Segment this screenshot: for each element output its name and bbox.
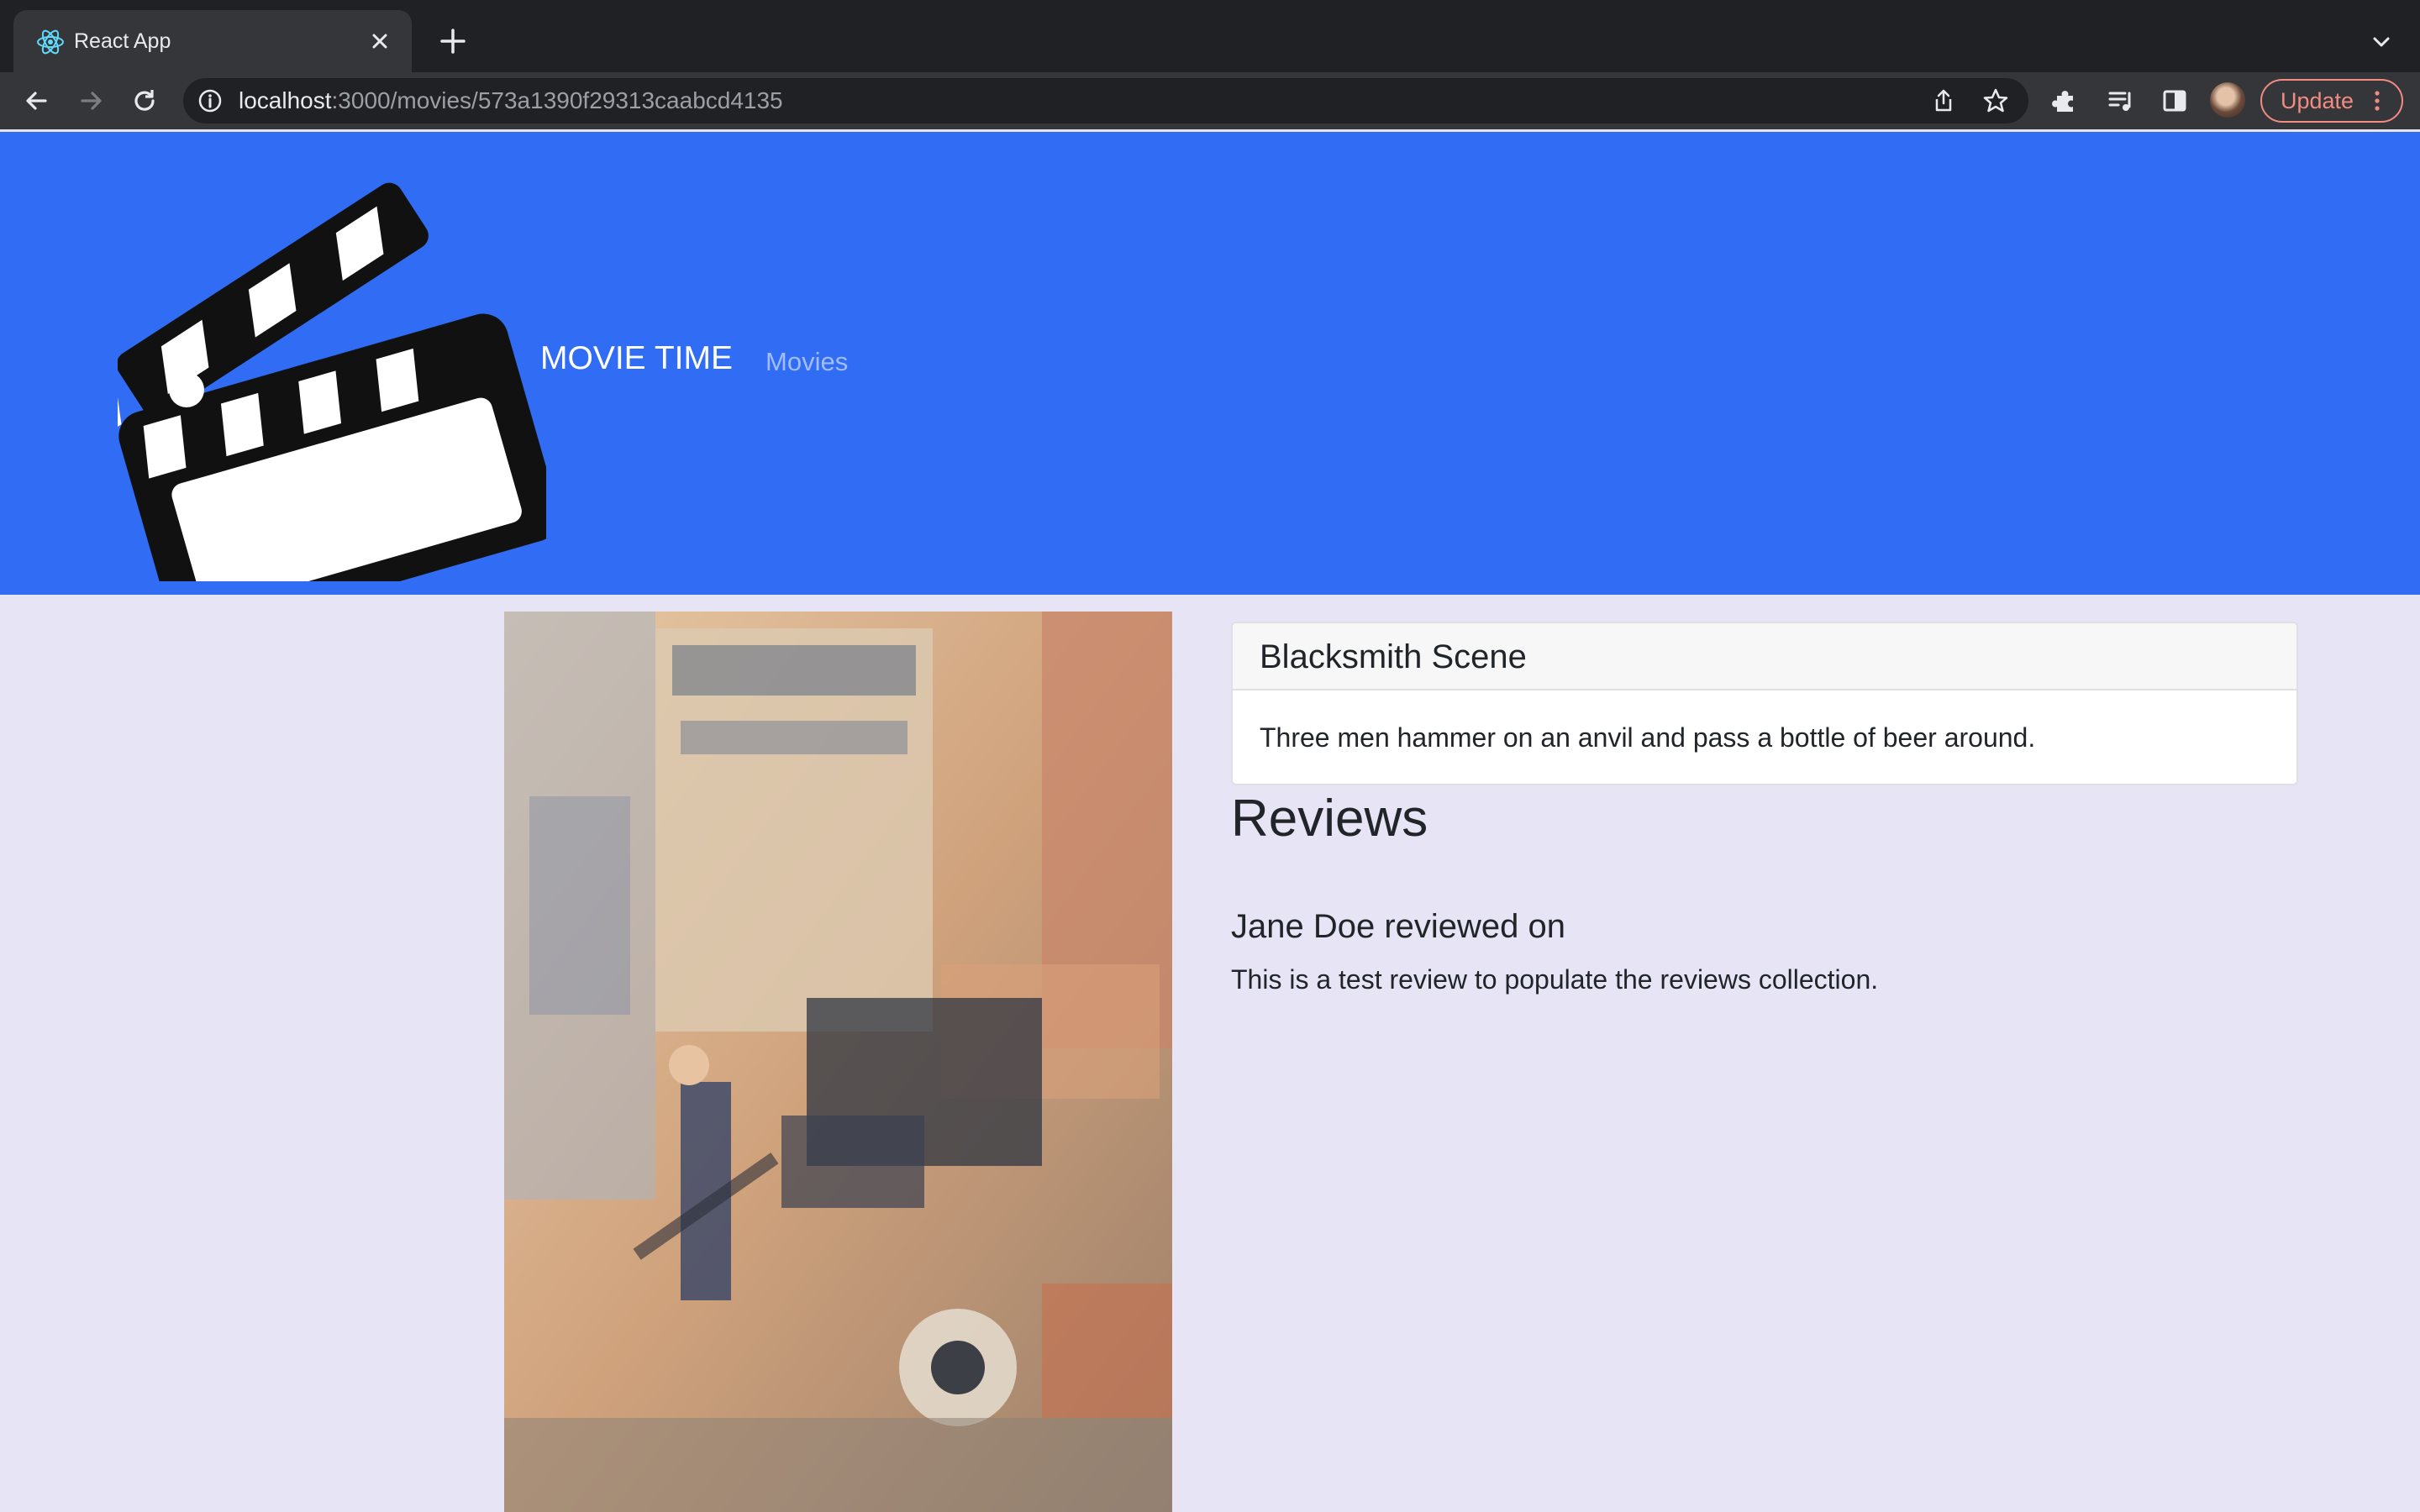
share-icon[interactable] bbox=[1931, 88, 1956, 113]
address-bar[interactable]: localhost:3000/movies/573a1390f29313caab… bbox=[183, 78, 2028, 123]
close-icon[interactable] bbox=[366, 28, 393, 55]
puzzle-icon[interactable] bbox=[2050, 86, 2081, 116]
url-text[interactable]: localhost:3000/movies/573a1390f29313caab… bbox=[239, 78, 783, 123]
movie-plot: Three men hammer on an anvil and pass a … bbox=[1260, 722, 2036, 753]
tab-title: React App bbox=[74, 29, 171, 53]
clapperboard-logo-icon[interactable] bbox=[118, 144, 546, 581]
movie-title: Blacksmith Scene bbox=[1260, 638, 1527, 675]
playlist-icon[interactable] bbox=[2106, 86, 2136, 116]
update-label: Update bbox=[2281, 88, 2354, 113]
react-icon bbox=[37, 29, 64, 55]
browser-tab-active[interactable]: React App bbox=[13, 10, 412, 72]
url-path: :3000/movies/573a1390f29313caabcd4135 bbox=[331, 87, 783, 113]
app-navbar: MOVIE TIME Movies bbox=[0, 132, 2420, 595]
nav-link-movies[interactable]: Movies bbox=[765, 349, 848, 375]
profile-avatar[interactable] bbox=[2210, 82, 2245, 118]
review-text: This is a test review to populate the re… bbox=[1231, 964, 1879, 995]
browser-toolbar: localhost:3000/movies/573a1390f29313caab… bbox=[0, 72, 2420, 129]
review-author-line: Jane Doe reviewed on bbox=[1231, 908, 1566, 945]
movie-card-header: Blacksmith Scene bbox=[1233, 623, 2296, 690]
new-tab-icon[interactable] bbox=[437, 25, 469, 57]
url-host: localhost bbox=[239, 87, 332, 113]
reviews-heading: Reviews bbox=[1231, 790, 1428, 848]
arrow-left-icon[interactable] bbox=[22, 86, 52, 116]
arrow-right-icon[interactable] bbox=[76, 86, 106, 116]
side-panel-icon[interactable] bbox=[2160, 86, 2190, 116]
info-icon[interactable] bbox=[197, 87, 224, 114]
kebab-menu-icon[interactable] bbox=[2365, 88, 2390, 113]
chevron-down-icon[interactable] bbox=[2368, 29, 2395, 55]
browser-tab-strip: React App bbox=[0, 0, 2420, 72]
star-icon[interactable] bbox=[1981, 87, 2010, 115]
update-button[interactable]: Update bbox=[2260, 79, 2403, 123]
brand-link[interactable]: MOVIE TIME bbox=[540, 342, 733, 375]
movie-card: Blacksmith Scene Three men hammer on an … bbox=[1231, 622, 2298, 785]
movie-poster-image bbox=[504, 612, 1172, 1512]
reload-icon[interactable] bbox=[129, 86, 160, 116]
